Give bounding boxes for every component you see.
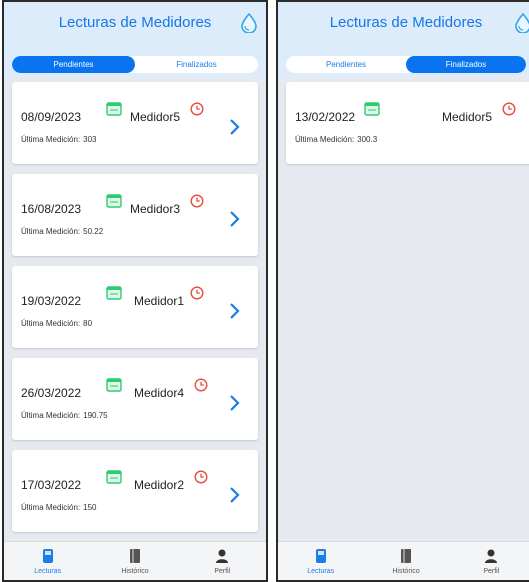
calendar-icon	[106, 194, 122, 208]
page-title: Lecturas de Medidores	[58, 14, 212, 31]
reading-date: 16/08/2023	[21, 202, 82, 216]
calendar-icon	[106, 470, 122, 484]
tab-finished[interactable]: Finalizados	[135, 56, 258, 73]
reading-date: 26/03/2022	[21, 386, 82, 400]
calendar-icon	[106, 286, 122, 300]
meter-name: Medidor2	[134, 478, 185, 492]
last-reading-label: Última Medición:	[21, 503, 81, 512]
nav-profile-label: Perfil	[483, 568, 500, 575]
nav-profile-label: Perfil	[214, 568, 231, 575]
nav-readings[interactable]: Lecturas	[278, 542, 363, 580]
book-icon	[400, 549, 411, 563]
bottom-nav: Lecturas Histórico Perfil	[278, 541, 529, 580]
nav-readings-label: Lecturas	[307, 568, 335, 575]
meter-name: Medidor4	[134, 386, 185, 400]
chevron-right-icon[interactable]	[228, 302, 240, 320]
clock-icon	[190, 102, 204, 116]
water-drop-icon[interactable]	[240, 13, 258, 33]
tab-finished[interactable]: Finalizados	[406, 56, 526, 73]
last-reading: Última Medición: 80	[21, 319, 92, 328]
chevron-right-icon[interactable]	[228, 210, 240, 228]
book-icon	[129, 549, 140, 563]
nav-history-label: Histórico	[121, 568, 149, 575]
last-reading-value: 150	[83, 503, 97, 512]
last-reading-value: 303	[83, 135, 97, 144]
last-reading: Última Medición: 50.22	[21, 227, 103, 236]
clock-icon	[190, 286, 204, 300]
reading-date: 08/09/2023	[21, 110, 82, 124]
reading-card[interactable]: 13/02/2022 Medidor5 Última Medición: 300.…	[286, 82, 529, 164]
chevron-right-icon[interactable]	[228, 394, 240, 412]
app-header: Lecturas de Medidores	[4, 2, 266, 47]
reading-card[interactable]: 16/08/2023 Medidor3 Última Medición: 50.2…	[12, 174, 258, 256]
nav-history[interactable]: Histórico	[363, 542, 448, 580]
last-reading-label: Última Medición:	[21, 411, 81, 420]
last-reading-value: 300.3	[357, 135, 378, 144]
app-header: Lecturas de Medidores	[278, 2, 529, 47]
nav-profile[interactable]: Perfil	[449, 542, 529, 580]
calendar-icon	[364, 102, 380, 116]
tabs: Pendientes Finalizados	[12, 56, 258, 73]
page-title: Lecturas de Medidores	[329, 14, 483, 31]
screen-finished: Lecturas de Medidores Pendientes Finaliz…	[276, 0, 529, 582]
meter-name: Medidor5	[442, 110, 493, 124]
calendar-icon	[106, 102, 122, 116]
chevron-right-icon[interactable]	[228, 486, 240, 504]
user-icon	[216, 549, 229, 563]
bottom-nav: Lecturas Histórico Perfil	[4, 541, 266, 580]
last-reading-label: Última Medición:	[21, 227, 81, 236]
meter-name: Medidor3	[130, 202, 181, 216]
nav-history[interactable]: Histórico	[91, 542, 178, 580]
last-reading-value: 50.22	[83, 227, 104, 236]
calendar-icon	[106, 378, 122, 392]
last-reading-label: Última Medición:	[295, 135, 355, 144]
chevron-right-icon[interactable]	[228, 118, 240, 136]
clock-icon	[502, 102, 516, 116]
reading-date: 13/02/2022	[295, 110, 356, 124]
last-reading-value: 190.75	[83, 411, 108, 420]
last-reading: Última Medición: 150	[21, 503, 97, 512]
last-reading: Última Medición: 303	[21, 135, 97, 144]
nav-readings[interactable]: Lecturas	[4, 542, 91, 580]
last-reading-label: Última Medición:	[21, 319, 81, 328]
tab-pending[interactable]: Pendientes	[12, 56, 135, 73]
clock-icon	[190, 194, 204, 208]
nav-readings-label: Lecturas	[34, 568, 62, 575]
meter-icon	[42, 549, 53, 563]
meter-name: Medidor5	[130, 110, 181, 124]
reading-card[interactable]: 08/09/2023 Medidor5 Última Medición: 303	[12, 82, 258, 164]
reading-card[interactable]: 26/03/2022 Medidor4 Última Medición: 190.…	[12, 358, 258, 440]
reading-card[interactable]: 19/03/2022 Medidor1 Última Medición: 80	[12, 266, 258, 348]
meter-name: Medidor1	[134, 294, 185, 308]
screen-pending: Lecturas de Medidores Pendientes Finaliz…	[2, 0, 268, 582]
meter-icon	[315, 549, 326, 563]
clock-icon	[194, 470, 208, 484]
last-reading: Última Medición: 300.3	[295, 135, 377, 144]
clock-icon	[194, 378, 208, 392]
last-reading-value: 80	[83, 319, 93, 328]
tabs: Pendientes Finalizados	[286, 56, 526, 73]
user-icon	[485, 549, 498, 563]
reading-date: 17/03/2022	[21, 478, 82, 492]
last-reading-label: Última Medición:	[21, 135, 81, 144]
water-drop-icon[interactable]	[514, 13, 529, 33]
nav-history-label: Histórico	[392, 568, 420, 575]
nav-profile[interactable]: Perfil	[179, 542, 266, 580]
reading-date: 19/03/2022	[21, 294, 82, 308]
tab-pending[interactable]: Pendientes	[286, 56, 406, 73]
reading-card[interactable]: 17/03/2022 Medidor2 Última Medición: 150	[12, 450, 258, 532]
last-reading: Última Medición: 190.75	[21, 411, 108, 420]
